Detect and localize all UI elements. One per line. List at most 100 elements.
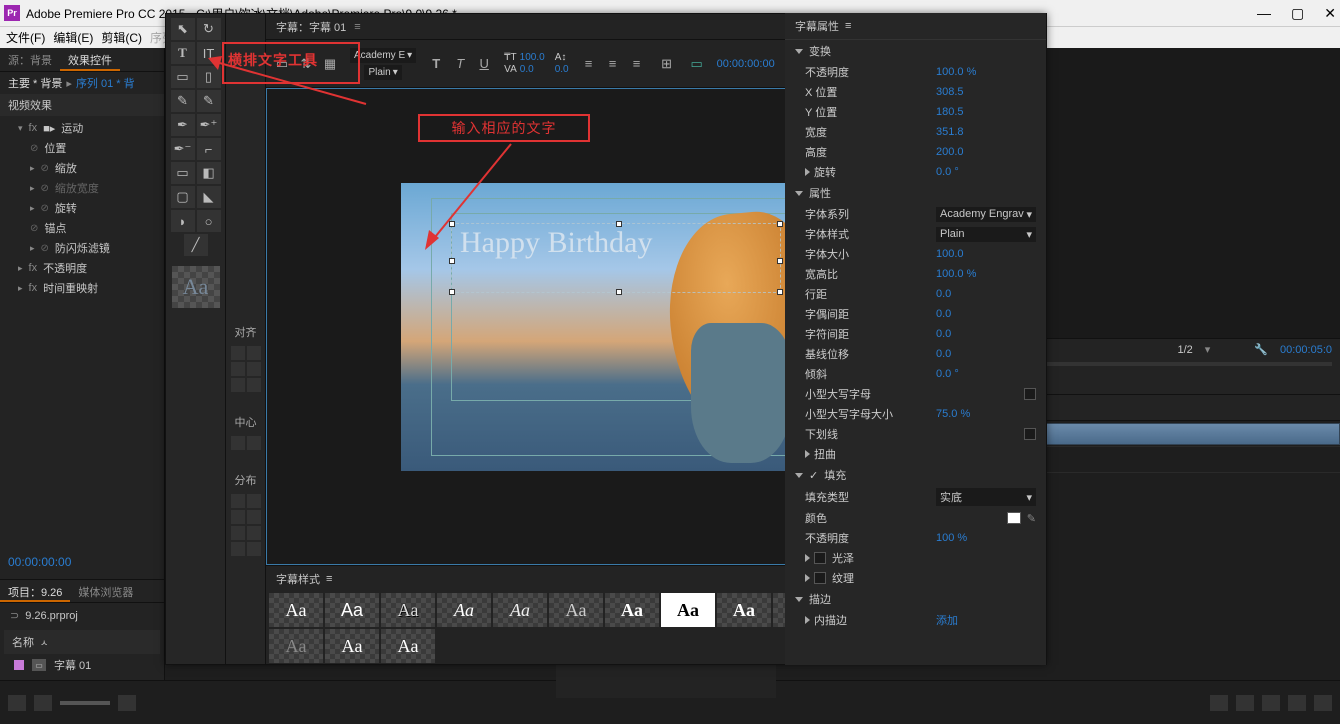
prop-fill-opacity[interactable]: 100 % (936, 532, 1036, 544)
center-v[interactable] (247, 436, 261, 450)
show-video-icon[interactable]: ▭ (687, 54, 707, 74)
align-hcenter[interactable] (247, 346, 261, 360)
style-swatch[interactable]: Aa (493, 593, 547, 627)
prop-slant[interactable]: 0.0 ° (936, 368, 1036, 380)
minimize-button[interactable]: — (1257, 5, 1271, 22)
prop-font-style[interactable]: Plain▾ (936, 227, 1036, 242)
underline-icon[interactable]: U (474, 54, 494, 74)
kerning-value[interactable]: 0.0 (520, 64, 534, 75)
type-tool[interactable]: T (171, 42, 195, 64)
style-swatch[interactable]: Aa (269, 629, 323, 663)
menu-edit[interactable]: 编辑(E) (53, 29, 93, 46)
sequence-link[interactable]: 序列 01 * 背 (76, 75, 135, 91)
prop-tracking[interactable]: 0.0 (936, 328, 1036, 340)
align-left[interactable] (231, 346, 245, 360)
convert-anchor-tool[interactable]: ⌐ (197, 138, 221, 160)
align-top[interactable] (247, 362, 261, 376)
dist-2[interactable] (247, 494, 261, 508)
style-swatch[interactable]: Aa (549, 593, 603, 627)
new-item-icon[interactable] (1288, 695, 1306, 711)
style-swatch[interactable]: Aa (661, 593, 715, 627)
timecode-display[interactable]: 00:00:00:00 (0, 549, 164, 575)
new-bin-icon[interactable] (1262, 695, 1280, 711)
section-properties[interactable]: 属性 (809, 185, 831, 201)
automate-icon[interactable] (1210, 695, 1228, 711)
prop-rotation-val[interactable]: 0.0 ° (936, 166, 1036, 178)
prop-rotation[interactable]: ▸⊘旋转 (0, 198, 164, 218)
align-left-icon[interactable]: ≡ (579, 54, 599, 74)
prop-font-family[interactable]: Academy Engrav▾ (936, 207, 1036, 222)
dist-3[interactable] (231, 510, 245, 524)
rotation-tool[interactable]: ↻ (197, 18, 221, 40)
line-tool[interactable]: ╱ (184, 234, 208, 256)
style-swatch[interactable]: Aa (605, 593, 659, 627)
style-swatch[interactable]: Aa (437, 593, 491, 627)
bold-icon[interactable]: T (426, 54, 446, 74)
tab-stops-icon[interactable]: ⊞ (657, 54, 677, 74)
monitor-timecode[interactable]: 00:00:05:0 (1280, 344, 1332, 356)
dist-6[interactable] (247, 526, 261, 540)
eyedropper-icon[interactable]: ✎ (1027, 512, 1036, 525)
titler-tab-label[interactable]: 字幕：字幕 01 (276, 19, 346, 35)
project-file-row[interactable]: ⊃9.26.prproj (4, 607, 160, 624)
clear-icon[interactable] (1314, 695, 1332, 711)
selection-tool[interactable]: ⬉ (171, 18, 195, 40)
effect-time-remap[interactable]: ▸fx时间重映射 (0, 278, 164, 298)
area-type-tool[interactable]: ▭ (171, 66, 195, 88)
prop-ypos[interactable]: 180.5 (936, 106, 1036, 118)
effect-opacity[interactable]: ▸fx不透明度 (0, 258, 164, 278)
prop-aspect[interactable]: 100.0 % (936, 268, 1036, 280)
maximize-button[interactable]: ▢ (1291, 5, 1304, 22)
ellipse-tool[interactable]: ○ (197, 210, 221, 232)
close-button[interactable]: ✕ (1324, 5, 1336, 22)
prop-color-swatch[interactable] (1007, 512, 1021, 524)
titler-timecode[interactable]: 00:00:00:00 (717, 58, 775, 70)
pen-tool[interactable]: ✒ (171, 114, 195, 136)
style-swatch[interactable]: Aa (717, 593, 771, 627)
style-swatch[interactable]: Aa (325, 629, 379, 663)
align-center-icon[interactable]: ≡ (603, 54, 623, 74)
delete-anchor-tool[interactable]: ✒⁻ (171, 138, 195, 160)
rounded-rect-tool[interactable]: ▢ (171, 186, 195, 208)
wedge-tool[interactable]: ◣ (197, 186, 221, 208)
asset-title[interactable]: ▭字幕 01 (4, 654, 160, 676)
font-size-value[interactable]: 100.0 (520, 52, 545, 63)
prop-baseline[interactable]: 0.0 (936, 348, 1036, 360)
menu-clip[interactable]: 剪辑(C) (101, 29, 142, 46)
find-icon[interactable] (1236, 695, 1254, 711)
prop-position[interactable]: ⊘位置 (0, 138, 164, 158)
tab-source[interactable]: 源：背景 (0, 48, 60, 71)
prop-smallcaps-size[interactable]: 75.0 % (936, 408, 1036, 420)
section-fill[interactable]: 填充 (824, 467, 846, 483)
icon-view-icon[interactable] (34, 695, 52, 711)
prop-kerning[interactable]: 0.0 (936, 308, 1036, 320)
style-swatch[interactable]: Aa (325, 593, 379, 627)
prop-opacity[interactable]: 100.0 % (936, 66, 1036, 78)
arc-tool[interactable]: ◗ (171, 210, 195, 232)
clipped-rect-tool[interactable]: ◧ (197, 162, 221, 184)
prop-texture-check[interactable] (814, 572, 826, 584)
prop-width[interactable]: 351.8 (936, 126, 1036, 138)
prop-underline-check[interactable] (1024, 428, 1036, 440)
center-h[interactable] (231, 436, 245, 450)
prop-anchor[interactable]: ⊘锚点 (0, 218, 164, 238)
dist-1[interactable] (231, 494, 245, 508)
rectangle-tool[interactable]: ▭ (171, 162, 195, 184)
prop-smallcaps-check[interactable] (1024, 388, 1036, 400)
name-column-header[interactable]: 名称ㅅ (4, 630, 160, 654)
style-swatch[interactable]: Aa (381, 593, 435, 627)
sort-icon[interactable] (118, 695, 136, 711)
prop-antiflicker[interactable]: ▸⊘防闪烁滤镜 (0, 238, 164, 258)
zoom-slider[interactable] (60, 701, 110, 705)
leading-value[interactable]: 0.0 (555, 64, 569, 75)
tab-media-browser[interactable]: 媒体浏览器 (70, 580, 141, 602)
path-type-tool[interactable]: ✎ (171, 90, 195, 112)
add-anchor-tool[interactable]: ✒⁺ (197, 114, 221, 136)
prop-sheen-check[interactable] (814, 552, 826, 564)
list-view-icon[interactable] (8, 695, 26, 711)
align-right-icon[interactable]: ≡ (627, 54, 647, 74)
wrench-icon[interactable]: 🔧 (1254, 343, 1268, 356)
prop-leading[interactable]: 0.0 (936, 288, 1036, 300)
prop-xpos[interactable]: 308.5 (936, 86, 1036, 98)
add-stroke-link[interactable]: 添加 (936, 612, 1036, 628)
